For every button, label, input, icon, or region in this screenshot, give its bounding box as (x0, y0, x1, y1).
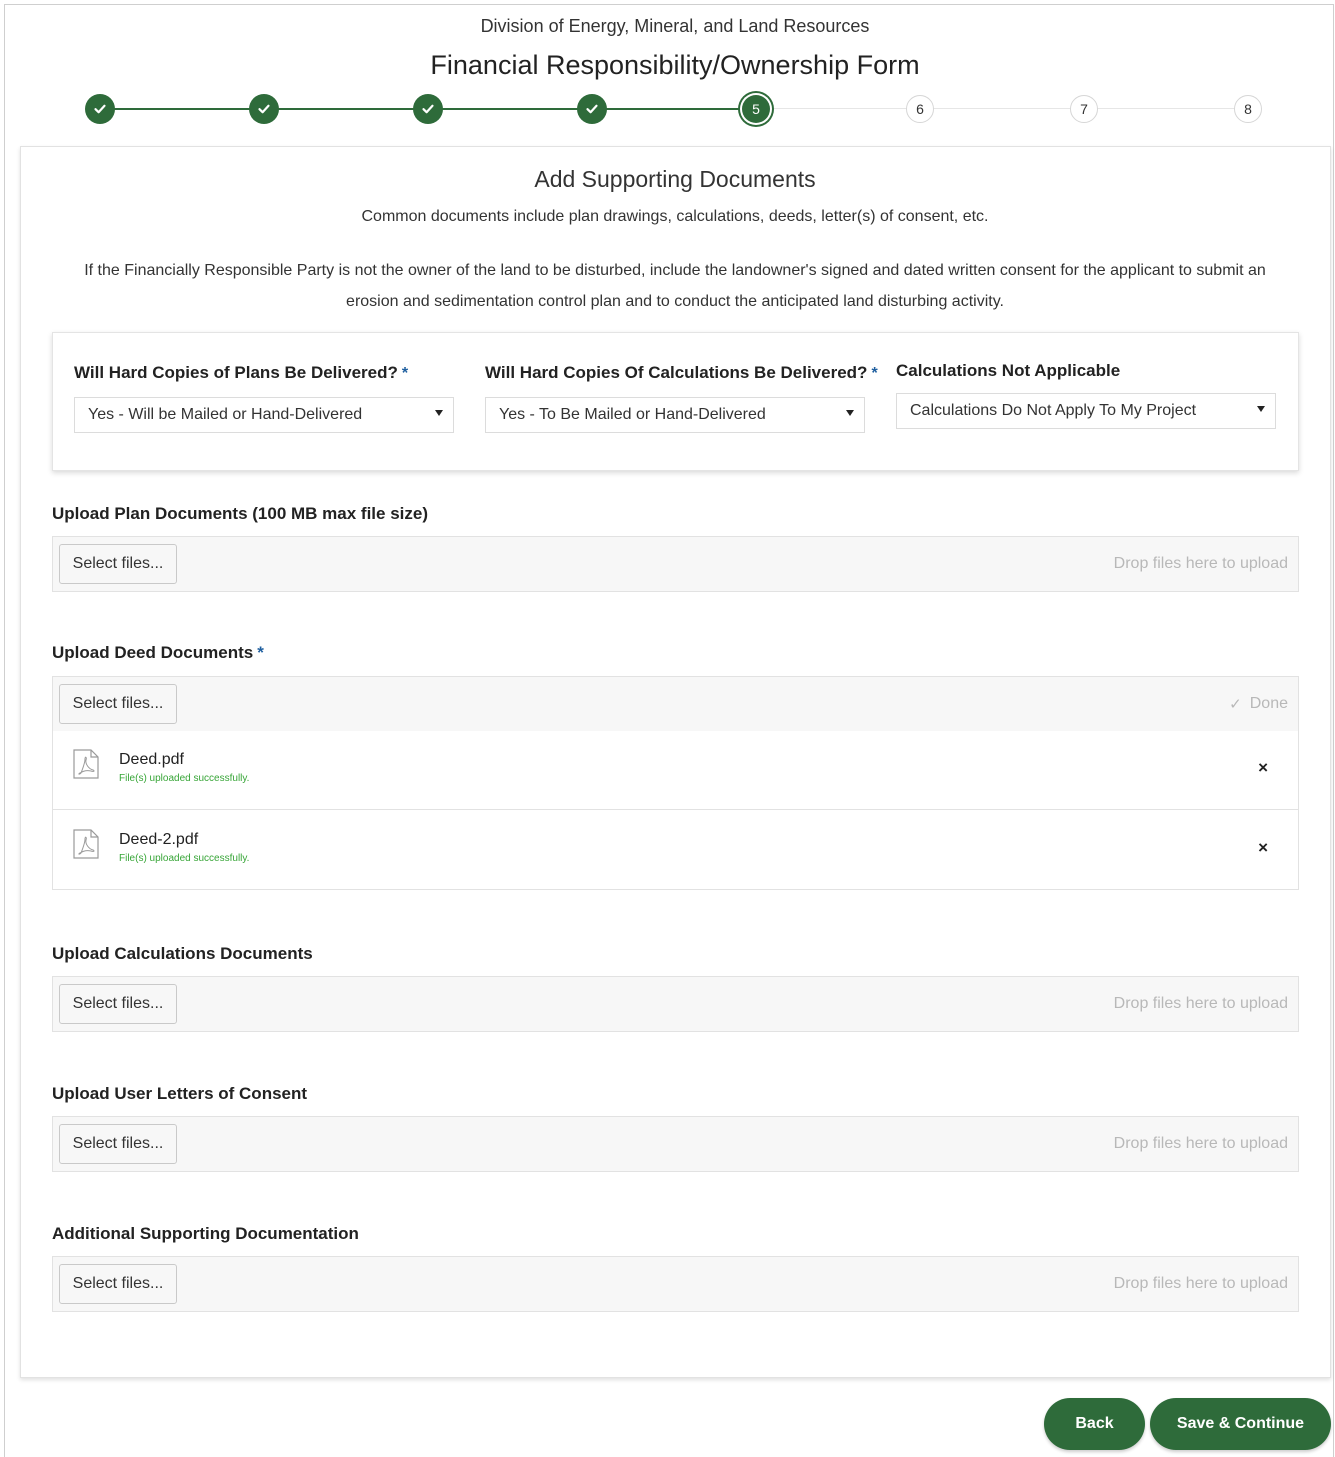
upload-status: ✓ Done (1229, 695, 1288, 713)
drop-hint: Drop files here to upload (1113, 1275, 1288, 1292)
caret-down-icon (435, 410, 443, 416)
required-marker: * (401, 365, 409, 382)
calculations-not-applicable-value: Calculations Do Not Apply To My Project (910, 402, 1197, 419)
consent-select-files-button[interactable]: Select files... (59, 1124, 177, 1164)
calculations-not-applicable-field: Calculations Not Applicable (896, 361, 1120, 381)
step-8[interactable]: 8 (1234, 95, 1262, 123)
section-title: Add Supporting Documents (534, 166, 816, 192)
step-7[interactable]: 7 (1070, 95, 1098, 123)
consent-dropzone[interactable]: Select files... Drop files here to uploa… (52, 1116, 1299, 1172)
caret-down-icon (1257, 406, 1265, 412)
upload-status-text: Done (1249, 695, 1288, 712)
file-status: File(s) uploaded successfully. (119, 853, 250, 864)
plans-delivered-value: Yes - Will be Mailed or Hand-Delivered (88, 406, 363, 423)
plan-dropzone[interactable]: Select files... Drop files here to uploa… (52, 536, 1299, 592)
check-icon (422, 104, 434, 114)
check-icon: ✓ (1229, 696, 1242, 713)
step-1[interactable] (85, 94, 115, 124)
step-2[interactable] (249, 94, 279, 124)
deed-dropzone[interactable]: Select files... ✓ Done (52, 676, 1299, 732)
deed-upload-label-text: Upload Deed Documents (52, 643, 254, 662)
additional-upload-label: Additional Supporting Documentation (52, 1224, 359, 1243)
plan-select-files-button[interactable]: Select files... (59, 544, 177, 584)
remove-file-icon[interactable]: × (1258, 758, 1268, 778)
additional-select-files-button[interactable]: Select files... (59, 1264, 177, 1304)
drop-hint: Drop files here to upload (1113, 555, 1288, 572)
division-name: Division of Energy, Mineral, and Land Re… (480, 16, 870, 36)
calculations-upload-label: Upload Calculations Documents (52, 944, 313, 963)
pdf-file-icon (73, 749, 99, 779)
stepper-line-incomplete (756, 108, 1248, 109)
progress-stepper: 5 6 7 8 (85, 93, 1265, 125)
plan-upload-label: Upload Plan Documents (100 MB max file s… (52, 504, 428, 523)
step-6[interactable]: 6 (906, 95, 934, 123)
additional-dropzone[interactable]: Select files... Drop files here to uploa… (52, 1256, 1299, 1312)
calculations-delivered-value: Yes - To Be Mailed or Hand-Delivered (499, 406, 766, 423)
remove-file-icon[interactable]: × (1258, 838, 1268, 858)
calculations-not-applicable-label: Calculations Not Applicable (896, 361, 1121, 380)
calculations-delivered-field: Will Hard Copies Of Calculations Be Deli… (485, 363, 878, 383)
caret-down-icon (846, 410, 854, 416)
form-title: Financial Responsibility/Ownership Form (430, 50, 920, 80)
required-marker: * (871, 365, 878, 382)
file-item: Deed-2.pdf File(s) uploaded successfully… (53, 811, 1298, 890)
back-button[interactable]: Back (1044, 1398, 1145, 1450)
file-name: Deed-2.pdf (119, 831, 199, 848)
file-name: Deed.pdf (119, 751, 184, 768)
drop-hint: Drop files here to upload (1113, 995, 1288, 1012)
plans-delivered-select[interactable]: Yes - Will be Mailed or Hand-Delivered (74, 397, 454, 433)
section-subtitle: Common documents include plan drawings, … (361, 208, 989, 225)
file-status: File(s) uploaded successfully. (119, 773, 250, 784)
pdf-file-icon (73, 829, 99, 859)
check-icon (586, 104, 598, 114)
drop-hint: Drop files here to upload (1113, 1135, 1288, 1152)
plans-delivered-label: Will Hard Copies of Plans Be Delivered? (74, 363, 398, 382)
file-item: Deed.pdf File(s) uploaded successfully. … (53, 731, 1298, 810)
deed-select-files-button[interactable]: Select files... (59, 684, 177, 724)
required-marker: * (257, 643, 264, 662)
check-icon (94, 104, 106, 114)
step-4[interactable] (577, 94, 607, 124)
step-5-current[interactable]: 5 (742, 95, 770, 123)
deed-upload-label: Upload Deed Documents * (52, 643, 264, 663)
consent-upload-label: Upload User Letters of Consent (52, 1084, 308, 1103)
calculations-not-applicable-select[interactable]: Calculations Do Not Apply To My Project (896, 393, 1276, 429)
save-continue-button[interactable]: Save & Continue (1150, 1398, 1331, 1450)
plans-delivered-field: Will Hard Copies of Plans Be Delivered? * (74, 363, 408, 383)
check-icon (258, 104, 270, 114)
calculations-select-files-button[interactable]: Select files... (59, 984, 177, 1024)
deed-file-list: Deed.pdf File(s) uploaded successfully. … (52, 731, 1299, 890)
calculations-delivered-select[interactable]: Yes - To Be Mailed or Hand-Delivered (485, 397, 865, 433)
landowner-consent-note: If the Financially Responsible Party is … (84, 262, 1266, 310)
step-3[interactable] (413, 94, 443, 124)
calculations-delivered-label: Will Hard Copies Of Calculations Be Deli… (485, 363, 868, 382)
calculations-dropzone[interactable]: Select files... Drop files here to uploa… (52, 976, 1299, 1032)
delivery-options-panel: Will Hard Copies of Plans Be Delivered? *… (52, 332, 1299, 471)
